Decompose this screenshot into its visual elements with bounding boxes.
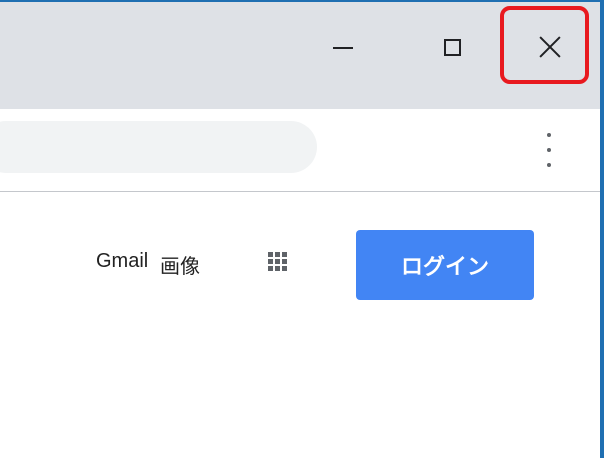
login-button[interactable]: ログイン xyxy=(356,230,534,300)
address-bar[interactable] xyxy=(0,121,317,173)
page-content: Gmail 画像 ログイン xyxy=(0,192,600,458)
images-link[interactable]: 画像 xyxy=(160,250,200,279)
browser-window: Gmail 画像 ログイン xyxy=(0,0,604,458)
title-bar xyxy=(0,2,600,109)
close-button[interactable] xyxy=(520,2,580,92)
browser-toolbar xyxy=(0,109,600,192)
minimize-icon xyxy=(333,47,353,49)
maximize-button[interactable] xyxy=(422,2,482,92)
apps-dot xyxy=(275,252,280,257)
kebab-menu-icon[interactable] xyxy=(538,133,560,167)
apps-dot xyxy=(275,266,280,271)
apps-dot xyxy=(275,259,280,264)
kebab-dot xyxy=(547,163,551,167)
close-icon xyxy=(538,35,562,59)
maximize-icon xyxy=(443,38,461,56)
gmail-link[interactable]: Gmail xyxy=(96,250,148,273)
apps-dot xyxy=(268,259,273,264)
apps-dot xyxy=(268,252,273,257)
apps-dot xyxy=(282,259,287,264)
minimize-button[interactable] xyxy=(313,2,373,92)
apps-dot xyxy=(282,252,287,257)
apps-dot xyxy=(282,266,287,271)
kebab-dot xyxy=(547,148,551,152)
apps-dot xyxy=(268,266,273,271)
kebab-dot xyxy=(547,133,551,137)
apps-grid-icon[interactable] xyxy=(268,252,288,272)
